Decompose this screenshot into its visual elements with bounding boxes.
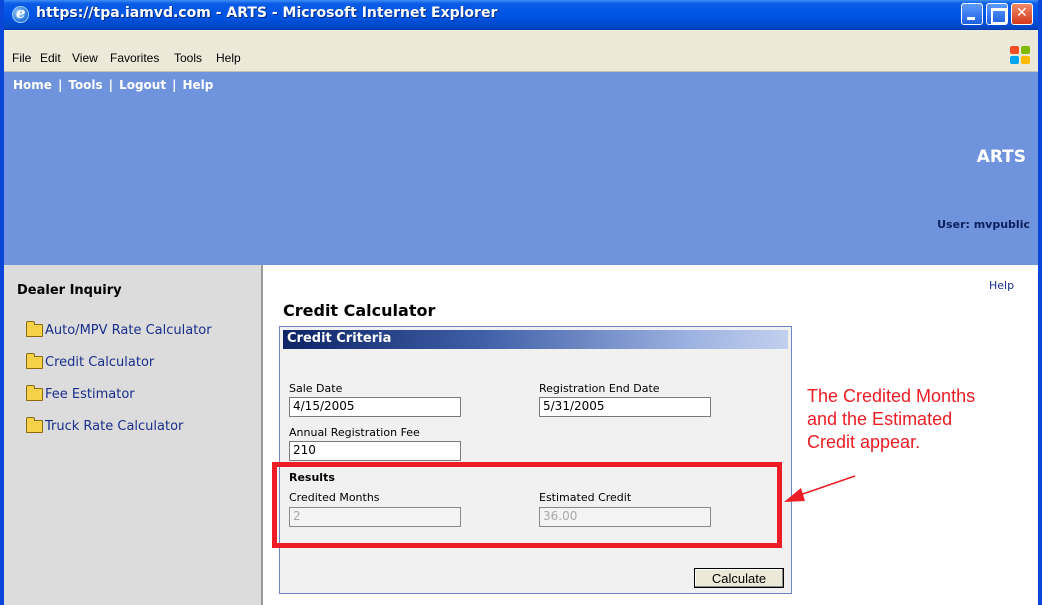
- nav-home[interactable]: Home: [13, 78, 52, 92]
- sidebar-title: Dealer Inquiry: [17, 283, 122, 298]
- menu-help[interactable]: Help: [216, 51, 241, 65]
- annual-registration-fee-field[interactable]: 210: [289, 441, 461, 461]
- folder-icon: [26, 417, 43, 433]
- annotation-arrow-icon: [784, 475, 856, 502]
- menu-bar: File Edit View Favorites Tools Help: [4, 30, 1038, 72]
- sidebar-item-label: Truck Rate Calculator: [45, 419, 184, 434]
- menu-file[interactable]: File: [12, 51, 31, 65]
- close-button[interactable]: [1011, 3, 1033, 25]
- annotation-line: and the Estimated: [807, 409, 953, 429]
- window-title: https://tpa.iamvd.com - ARTS - Microsoft…: [36, 5, 498, 21]
- menu-favorites[interactable]: Favorites: [110, 51, 159, 65]
- top-navigation: Home | Tools | Logout | Help: [13, 78, 214, 92]
- app-name: ARTS: [976, 147, 1026, 167]
- windows-logo-icon: [1010, 46, 1032, 66]
- calculate-button[interactable]: Calculate: [694, 568, 784, 588]
- title-bar[interactable]: https://tpa.iamvd.com - ARTS - Microsoft…: [4, 0, 1038, 30]
- sidebar-item-label: Credit Calculator: [45, 355, 155, 370]
- sale-date-label: Sale Date: [289, 382, 343, 395]
- panel-header: Credit Criteria: [283, 330, 788, 349]
- credit-criteria-panel: Credit Criteria Sale Date 4/15/2005 Regi…: [279, 326, 792, 594]
- nav-logout[interactable]: Logout: [119, 78, 166, 92]
- registration-end-date-label: Registration End Date: [539, 382, 660, 395]
- registration-end-date-field[interactable]: 5/31/2005: [539, 397, 711, 417]
- sidebar-item-fee-estimator[interactable]: Fee Estimator: [26, 385, 135, 402]
- nav-tools[interactable]: Tools: [68, 78, 102, 92]
- menu-tools[interactable]: Tools: [174, 51, 202, 65]
- annotation-callout: The Credited Months and the Estimated Cr…: [807, 385, 1037, 454]
- menu-edit[interactable]: Edit: [40, 51, 61, 65]
- minimize-button[interactable]: [961, 3, 983, 25]
- nav-help[interactable]: Help: [182, 78, 213, 92]
- menu-view[interactable]: View: [72, 51, 98, 65]
- folder-icon: [26, 353, 43, 369]
- page-title: Credit Calculator: [283, 301, 436, 320]
- results-highlight-box: [272, 462, 782, 548]
- sidebar-item-label: Fee Estimator: [45, 387, 135, 402]
- help-link[interactable]: Help: [989, 279, 1014, 292]
- sidebar-item-credit-calculator[interactable]: Credit Calculator: [26, 353, 155, 370]
- folder-icon: [26, 321, 43, 337]
- maximize-button[interactable]: [986, 3, 1008, 25]
- app-header: Home | Tools | Logout | Help ARTS User: mvpubl…: [4, 72, 1038, 265]
- sidebar-item-truck-rate-calculator[interactable]: Truck Rate Calculator: [26, 417, 184, 434]
- internet-explorer-icon: [12, 4, 29, 23]
- sidebar-item-label: Auto/MPV Rate Calculator: [45, 323, 212, 338]
- user-label: User: mvpublic: [937, 218, 1030, 231]
- sale-date-field[interactable]: 4/15/2005: [289, 397, 461, 417]
- folder-icon: [26, 385, 43, 401]
- sidebar-item-auto-mpv-rate-calculator[interactable]: Auto/MPV Rate Calculator: [26, 321, 212, 338]
- annotation-line: The Credited Months: [807, 386, 976, 406]
- sidebar: Dealer Inquiry Auto/MPV Rate Calculator …: [4, 265, 263, 605]
- annual-registration-fee-label: Annual Registration Fee: [289, 426, 420, 439]
